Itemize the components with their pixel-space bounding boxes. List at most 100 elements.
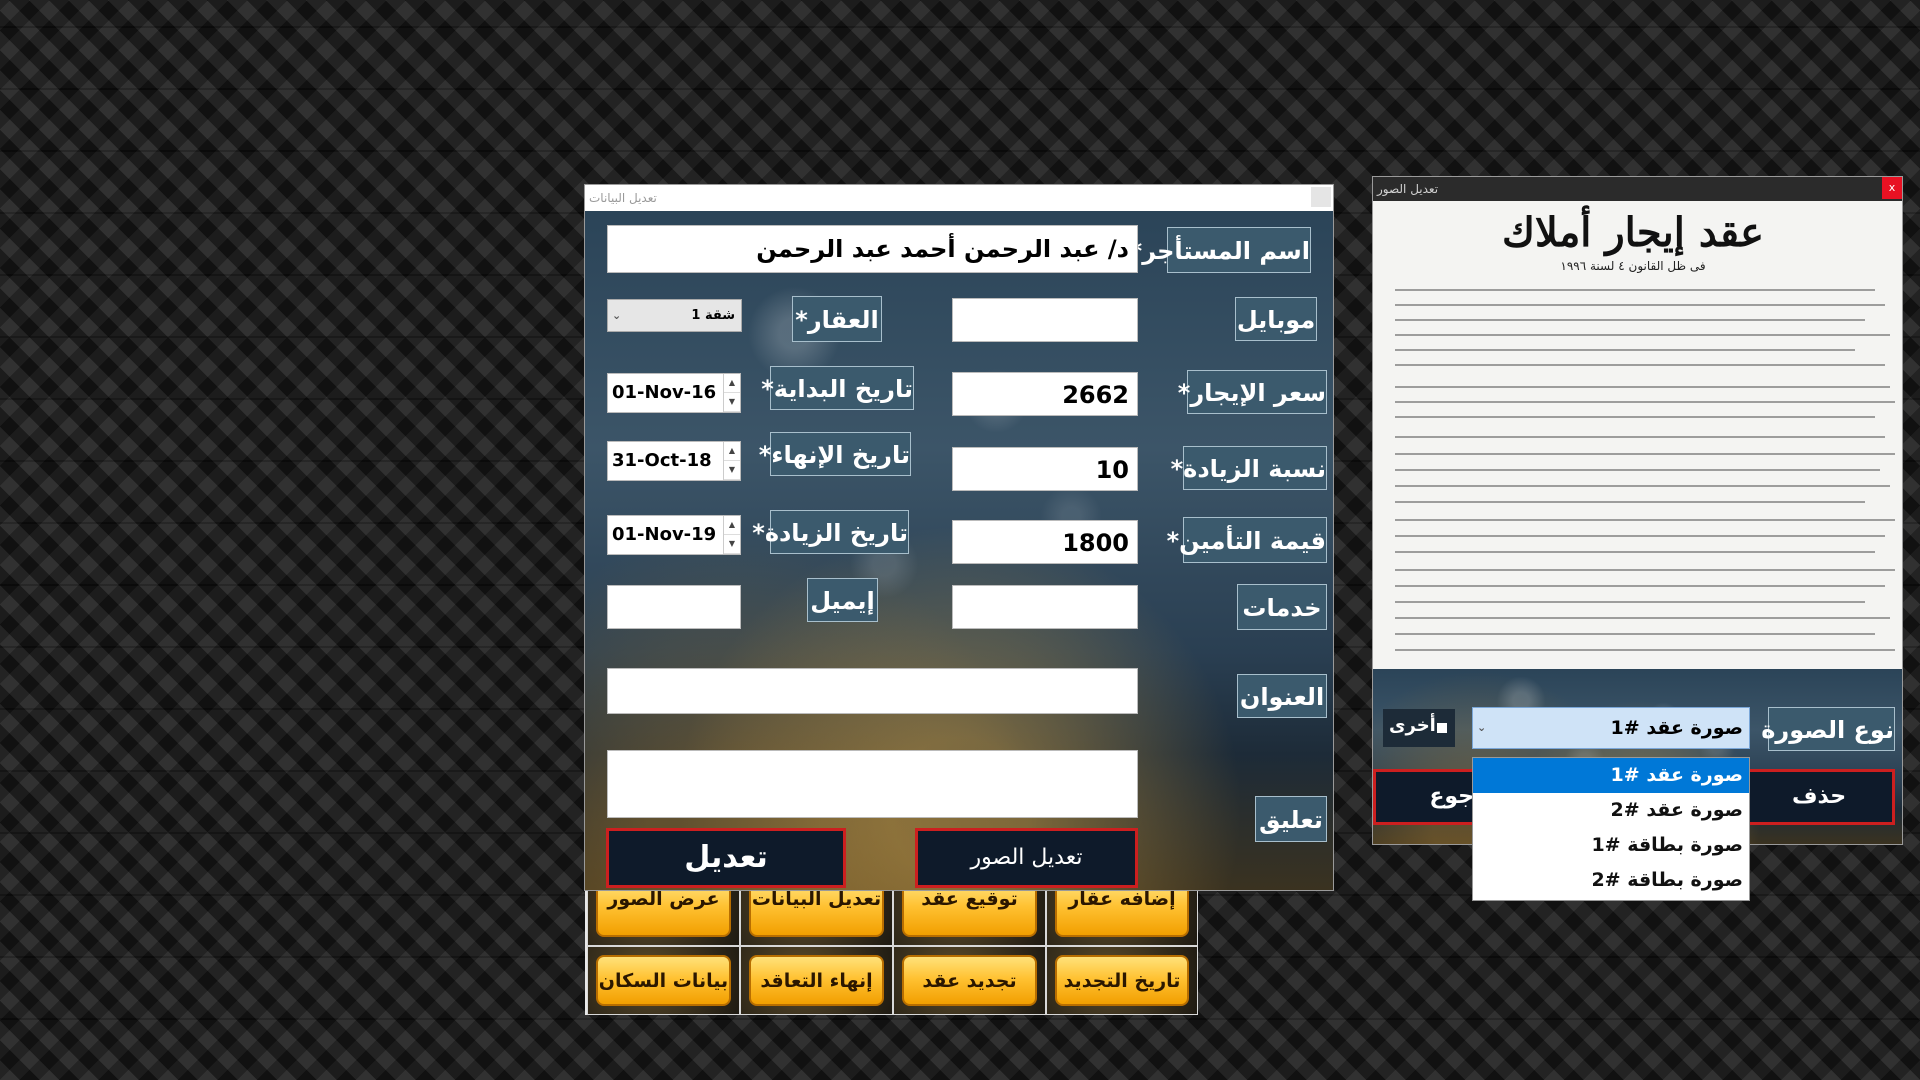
text-line <box>1395 289 1875 291</box>
email-label: إيميل <box>807 578 878 622</box>
edit-window-titlebar: تعديل البيانات <box>585 185 1333 211</box>
start-date-picker[interactable]: 01-Nov-16 ▲ ▼ <box>607 373 741 413</box>
property-label: العقار* <box>792 296 882 342</box>
tenant-name-label: اسم المستأجر* <box>1130 227 1311 273</box>
text-line <box>1395 569 1895 571</box>
end-date-spinner[interactable]: ▲ ▼ <box>723 442 740 480</box>
images-window-title: تعديل الصور <box>1377 182 1439 196</box>
image-type-select[interactable]: صورة عقد #1 ⌄ <box>1472 707 1750 749</box>
renewal-date-label: تاريخ التجديد <box>1063 970 1181 992</box>
close-icon[interactable]: x <box>1882 177 1902 199</box>
contract-image: عقد إيجار أملاك فى ظل القانون ٤ لسنة ١٩٩… <box>1373 201 1902 669</box>
renew-contract-button[interactable]: تجديد عقد <box>902 955 1037 1006</box>
increase-date-spinner[interactable]: ▲ ▼ <box>723 516 740 554</box>
mobile-label: موبايل <box>1235 297 1317 341</box>
text-line <box>1395 585 1885 587</box>
end-date-value: 31-Oct-18 <box>612 450 712 471</box>
image-type-label: نوع الصورة <box>1761 707 1895 751</box>
services-label: خدمات <box>1237 584 1327 630</box>
spin-up-icon[interactable]: ▲ <box>724 374 740 393</box>
residents-data-button[interactable]: بيانات السكان <box>596 955 731 1006</box>
text-line <box>1395 535 1885 537</box>
spin-up-icon[interactable]: ▲ <box>724 516 740 535</box>
comment-textarea[interactable] <box>607 750 1138 818</box>
start-date-value: 01-Nov-16 <box>612 382 717 403</box>
increase-date-label: تاريخ الزيادة* <box>752 510 909 554</box>
show-images-label: عرض الصور <box>607 888 720 910</box>
images-window: تعديل الصور x عقد إيجار أملاك فى ظل القا… <box>1373 177 1902 844</box>
add-property-label: إضافه عقار <box>1068 888 1176 910</box>
edit-button[interactable]: تعديل <box>606 828 846 888</box>
start-date-label: تاريخ البداية* <box>761 366 914 410</box>
address-input[interactable] <box>607 668 1138 714</box>
delete-button[interactable]: حذف <box>1743 769 1895 825</box>
edit-data-grid-label: تعديل البيانات <box>751 888 882 910</box>
other-checkbox-group[interactable]: أخرى <box>1383 709 1455 747</box>
property-select-value: شقة 1 <box>691 308 735 323</box>
tenant-name-input[interactable]: د/ عبد الرحمن أحمد عبد الرحمن <box>607 225 1138 273</box>
text-line <box>1395 334 1890 336</box>
contract-image-title: عقد إيجار أملاك <box>1502 209 1764 256</box>
email-input[interactable] <box>607 585 741 629</box>
text-line <box>1395 485 1890 487</box>
other-checkbox[interactable] <box>1437 723 1447 733</box>
spin-down-icon[interactable]: ▼ <box>724 535 740 554</box>
sign-contract-label: توقيع عقد <box>921 888 1018 910</box>
edit-form-panel: اسم المستأجر* د/ عبد الرحمن أحمد عبد الر… <box>585 211 1333 890</box>
end-contract-button[interactable]: إنهاء التعاقد <box>749 955 884 1006</box>
text-line <box>1395 364 1885 366</box>
text-line <box>1395 633 1875 635</box>
other-checkbox-label: أخرى <box>1389 715 1436 736</box>
text-line <box>1395 416 1875 418</box>
back-button[interactable]: جوع <box>1373 769 1481 825</box>
increase-date-value: 01-Nov-19 <box>612 524 717 545</box>
increase-pct-input[interactable]: 10 <box>952 447 1138 491</box>
services-input[interactable] <box>952 585 1138 629</box>
edit-window-title: تعديل البيانات <box>589 191 657 205</box>
increase-pct-label: نسبة الزيادة* <box>1171 446 1327 490</box>
insurance-input[interactable]: 1800 <box>952 520 1138 564</box>
text-line <box>1395 551 1875 553</box>
comment-label: تعليق <box>1255 796 1327 842</box>
image-type-select-value: صورة عقد #1 <box>1610 717 1743 739</box>
address-label: العنوان <box>1237 674 1327 718</box>
text-line <box>1395 453 1895 455</box>
residents-data-label: بيانات السكان <box>598 970 729 992</box>
spin-up-icon[interactable]: ▲ <box>724 442 740 461</box>
end-date-picker[interactable]: 31-Oct-18 ▲ ▼ <box>607 441 741 481</box>
text-line <box>1395 617 1890 619</box>
dropdown-option[interactable]: صورة عقد #1 <box>1473 758 1749 793</box>
text-line <box>1395 501 1865 503</box>
text-line <box>1395 469 1880 471</box>
renewal-date-button[interactable]: تاريخ التجديد <box>1055 955 1189 1006</box>
start-date-spinner[interactable]: ▲ ▼ <box>723 374 740 412</box>
end-contract-label: إنهاء التعاقد <box>760 970 873 992</box>
spin-down-icon[interactable]: ▼ <box>724 393 740 412</box>
images-window-titlebar: تعديل الصور x <box>1373 177 1902 201</box>
edit-window-close-button[interactable] <box>1311 187 1331 207</box>
text-line <box>1395 519 1895 521</box>
insurance-label: قيمة التأمين* <box>1167 517 1327 563</box>
main-menu-grid: عرض الصور تعديل البيانات توقيع عقد إضافه… <box>585 875 1198 1015</box>
edit-images-button[interactable]: تعديل الصور <box>915 828 1138 888</box>
image-type-dropdown-list: صورة عقد #1 صورة عقد #2 صورة بطاقة #1 صو… <box>1472 757 1750 901</box>
text-line <box>1395 401 1895 403</box>
dropdown-option[interactable]: صورة بطاقة #2 <box>1473 863 1749 898</box>
chevron-down-icon: ⌄ <box>612 309 622 322</box>
chevron-down-icon: ⌄ <box>1477 721 1487 734</box>
renew-contract-label: تجديد عقد <box>922 970 1017 992</box>
contract-image-subtitle: فى ظل القانون ٤ لسنة ١٩٩٦ <box>1560 259 1706 273</box>
text-line <box>1395 386 1890 388</box>
text-line <box>1395 601 1865 603</box>
text-line <box>1395 649 1895 651</box>
dropdown-option[interactable]: صورة عقد #2 <box>1473 793 1749 828</box>
increase-date-picker[interactable]: 01-Nov-19 ▲ ▼ <box>607 515 741 555</box>
spin-down-icon[interactable]: ▼ <box>724 461 740 480</box>
mobile-input[interactable] <box>952 298 1138 342</box>
text-line <box>1395 304 1885 306</box>
rent-price-label: سعر الإيجار* <box>1178 370 1327 414</box>
rent-price-input[interactable]: 2662 <box>952 372 1138 416</box>
text-line <box>1395 436 1885 438</box>
dropdown-option[interactable]: صورة بطاقة #1 <box>1473 828 1749 863</box>
property-select[interactable]: شقة 1 ⌄ <box>607 299 742 332</box>
